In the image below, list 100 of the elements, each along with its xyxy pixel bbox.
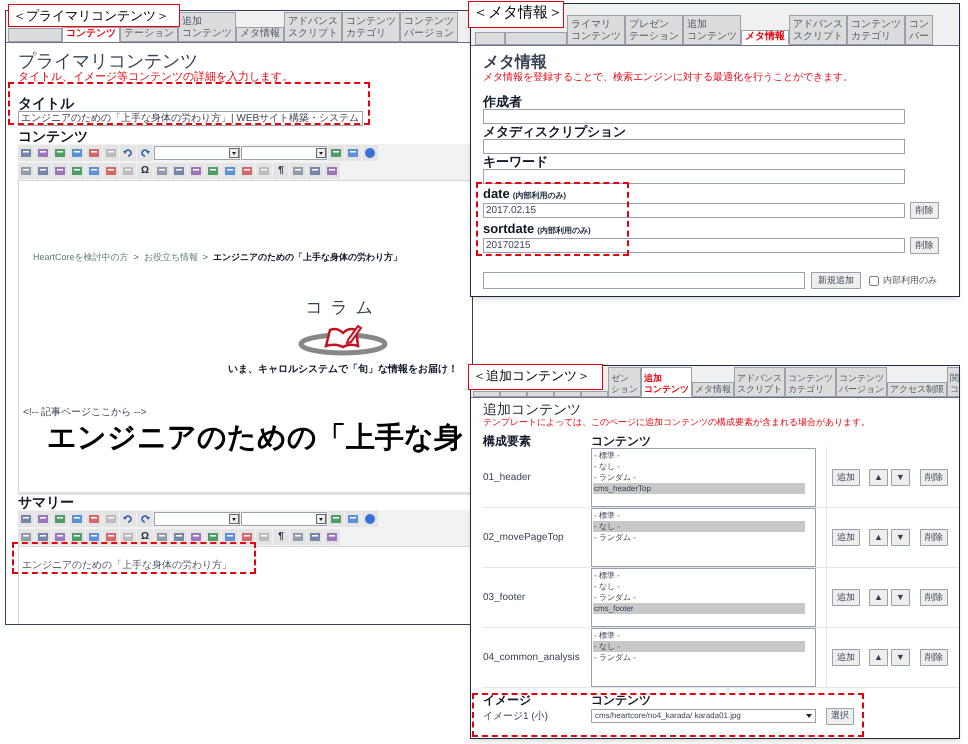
toolbar-icon[interactable] <box>290 529 306 545</box>
toolbar-icon[interactable] <box>18 529 34 545</box>
tab[interactable]: コンテンツ バージョン <box>836 367 887 397</box>
toolbar-icon[interactable] <box>328 145 344 161</box>
button[interactable]: 追加 <box>832 589 860 606</box>
toolbar-icon[interactable] <box>18 511 34 527</box>
button[interactable]: 削除 <box>910 202 939 219</box>
tab[interactable]: ゼン ション <box>608 367 641 397</box>
list-option[interactable]: cms_footer <box>593 603 805 614</box>
toolbar-icon[interactable] <box>35 529 51 545</box>
list-box[interactable]: - 標準 - - なし - - ランダム - cms_footer <box>591 568 816 627</box>
toolbar-icon[interactable] <box>52 163 68 179</box>
dropdown[interactable]: cms/heartcore/no4_karada/ karada01.jpg <box>591 709 816 723</box>
list-option[interactable]: - ランダム - <box>593 652 805 663</box>
list-box[interactable]: - 標準 - - なし - - ランダム - cms_headerTop <box>591 448 816 507</box>
toolbar-icon[interactable] <box>35 511 51 527</box>
toolbar-icon[interactable] <box>35 163 51 179</box>
text-field[interactable] <box>483 169 905 184</box>
help-icon[interactable] <box>362 145 378 161</box>
list-box[interactable]: - 標準 - - なし - - ランダム - <box>591 508 816 567</box>
toolbar-icon[interactable] <box>69 163 85 179</box>
redo-icon[interactable] <box>137 511 153 527</box>
title-field[interactable]: エンジニアのための「上手な身体の労わり方」| WEBサイト構築・システム <box>18 111 363 126</box>
tab[interactable]: テーション <box>120 27 178 42</box>
tab[interactable]: アドバンス スクリプト <box>284 12 342 42</box>
toolbar-icon[interactable] <box>52 529 68 545</box>
list-box[interactable]: - 標準 - - なし - - ランダム - <box>591 628 816 687</box>
button[interactable]: 削除 <box>910 237 939 254</box>
list-option[interactable]: - なし - <box>593 581 805 592</box>
tab[interactable]: ライマリ コンテンツ <box>567 15 625 45</box>
toolbar-icon[interactable] <box>86 529 102 545</box>
toolbar-icon[interactable] <box>345 145 361 161</box>
button[interactable]: ▼ <box>890 529 910 546</box>
checkbox[interactable] <box>869 276 879 286</box>
list-option[interactable]: cms_headerTop <box>593 483 805 494</box>
toolbar-icon[interactable] <box>69 529 85 545</box>
toolbar-icon[interactable] <box>18 145 34 161</box>
toolbar-icon[interactable] <box>307 529 323 545</box>
toolbar-icon[interactable] <box>86 511 102 527</box>
list-option[interactable]: - 標準 - <box>593 510 805 521</box>
toolbar-icon[interactable] <box>120 529 136 545</box>
list-option[interactable]: - ランダム - <box>593 472 805 483</box>
toolbar-icon[interactable] <box>239 529 255 545</box>
toolbar-icon[interactable] <box>52 145 68 161</box>
tab[interactable]: コンテンツ <box>62 27 120 42</box>
tab[interactable]: コンテンツ カテゴリ <box>847 15 905 45</box>
toolbar-icon[interactable] <box>18 163 34 179</box>
tab[interactable]: アドバンス スクリプト <box>789 15 847 45</box>
tab[interactable]: コンテンツ バージョン <box>400 12 458 42</box>
button[interactable]: 追加 <box>832 649 860 666</box>
tab[interactable] <box>581 391 608 397</box>
toolbar-button[interactable]: Ω <box>137 163 153 179</box>
toolbar-icon[interactable] <box>86 145 102 161</box>
toolbar-icon[interactable] <box>345 511 361 527</box>
toolbar-icon[interactable] <box>188 163 204 179</box>
button[interactable]: ▼ <box>890 649 910 666</box>
dropdown[interactable] <box>241 512 327 526</box>
button[interactable]: ▼ <box>890 589 910 606</box>
undo-icon[interactable] <box>120 511 136 527</box>
list-option[interactable]: - 標準 - <box>593 570 805 581</box>
tab[interactable] <box>505 32 567 45</box>
tab[interactable] <box>527 391 554 397</box>
button[interactable]: ▲ <box>869 649 888 666</box>
text-field[interactable]: 2017.02.15 <box>483 203 905 218</box>
toolbar-icon[interactable] <box>290 163 306 179</box>
button[interactable]: ▲ <box>869 469 888 486</box>
tab[interactable] <box>475 32 505 45</box>
text-field[interactable] <box>483 109 905 124</box>
redo-icon[interactable] <box>137 145 153 161</box>
button[interactable]: 削除 <box>920 529 948 546</box>
toolbar-icon[interactable] <box>222 529 238 545</box>
text-field[interactable]: 20170215 <box>483 238 905 253</box>
toolbar-icon[interactable] <box>69 511 85 527</box>
toolbar-icon[interactable] <box>154 529 170 545</box>
toolbar-icon[interactable] <box>239 163 255 179</box>
tab[interactable] <box>500 391 527 397</box>
help-icon[interactable] <box>362 511 378 527</box>
tab[interactable]: コン バー <box>905 15 933 45</box>
list-option[interactable]: - 標準 - <box>593 450 805 461</box>
tab[interactable]: 追加 コンテンツ <box>641 367 692 397</box>
breadcrumb-link[interactable]: お役立ち情報 <box>144 251 198 264</box>
tab[interactable]: メタ情報 <box>236 27 284 42</box>
list-option[interactable]: - なし - <box>593 461 805 472</box>
button[interactable]: ▲ <box>869 529 888 546</box>
dropdown[interactable] <box>154 512 240 526</box>
toolbar-icon[interactable] <box>86 163 102 179</box>
tab[interactable]: 追加 コンテンツ <box>178 12 236 42</box>
text-field[interactable] <box>483 139 905 154</box>
tab[interactable]: プレゼン テーション <box>625 15 683 45</box>
breadcrumb-link[interactable]: HeartCoreを検討中の方 <box>33 251 129 264</box>
button[interactable]: 削除 <box>920 589 948 606</box>
tab[interactable]: メタ情報 <box>692 382 734 397</box>
tab[interactable]: 関 コ <box>947 367 959 397</box>
button[interactable]: 選択 <box>826 708 854 724</box>
toolbar-icon[interactable] <box>188 529 204 545</box>
toolbar-icon[interactable] <box>222 163 238 179</box>
button[interactable]: 削除 <box>920 469 948 486</box>
toolbar-icon[interactable] <box>154 163 170 179</box>
button[interactable]: 追加 <box>832 529 860 546</box>
toolbar-button[interactable]: ¶ <box>273 529 289 545</box>
